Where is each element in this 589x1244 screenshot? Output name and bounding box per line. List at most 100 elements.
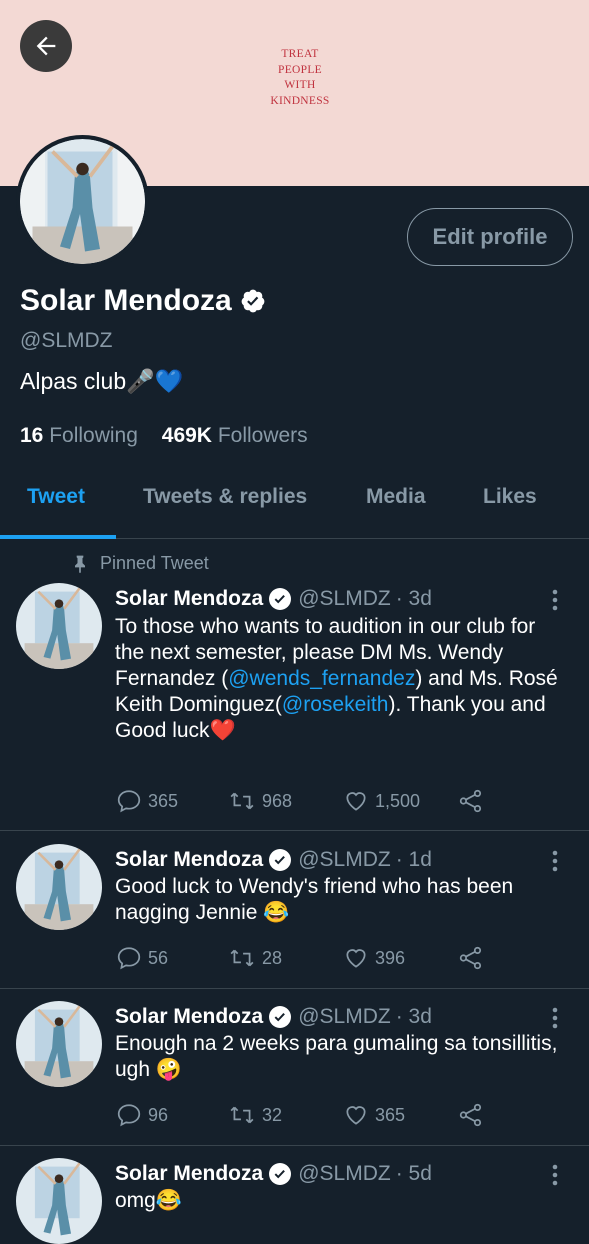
tweet-time: · 1d [395, 848, 432, 871]
like-button[interactable]: 365 [343, 1102, 405, 1128]
tweet-author-handle: @SLMDZ [298, 1005, 391, 1028]
heart-icon [346, 1106, 366, 1125]
reply-count: 96 [148, 1104, 169, 1125]
retweet-icon [230, 949, 254, 967]
tweet-author-name[interactable]: Solar Mendoza [115, 587, 263, 611]
like-count: 1,500 [375, 790, 421, 811]
more-options-icon[interactable] [545, 588, 565, 617]
followers-link[interactable]: 469K Followers [162, 424, 308, 447]
retweet-count: 968 [262, 790, 293, 811]
retweet-button[interactable]: 32 [228, 1102, 282, 1128]
tab-likes[interactable]: Likes [483, 485, 537, 509]
reply-icon [117, 1104, 141, 1127]
back-button[interactable] [20, 20, 72, 72]
share-icon [459, 1103, 482, 1127]
tweet[interactable]: Solar Mendoza @SLMDZ · 3d To those who w… [0, 578, 589, 831]
reply-button[interactable]: 365 [116, 788, 178, 814]
verified-badge-icon [269, 588, 292, 610]
following-count: 16 [20, 424, 44, 447]
tweet-text: Good luck to Wendy's friend who has been… [115, 874, 565, 926]
avatar[interactable] [16, 583, 102, 669]
retweet-icon [230, 1106, 254, 1124]
tweet[interactable]: Solar Mendoza @SLMDZ · 1d Good luck to W… [0, 831, 589, 989]
tweet-header: Solar Mendoza @SLMDZ · 3d [115, 1005, 432, 1029]
tweet-emoji: ❤️ [209, 719, 236, 742]
tweet-time: · 3d [395, 587, 432, 610]
followers-label: Followers [217, 424, 308, 447]
tweet-text: To those who wants to audition in our cl… [115, 614, 565, 744]
edit-profile-button[interactable]: Edit profile [407, 208, 573, 266]
mention-link[interactable]: @rosekeith [282, 693, 389, 716]
share-button[interactable] [457, 1102, 485, 1128]
followers-count: 469K [161, 424, 212, 447]
tweet-emoji: 🤪 [155, 1058, 183, 1081]
tweet-author-handle: @SLMDZ [298, 848, 391, 871]
banner-line: KINDNESS [270, 94, 330, 107]
tweet-actions: 365 968 1,500 [116, 788, 496, 818]
tweet-text-part: omg [115, 1189, 156, 1212]
retweet-count: 32 [262, 1104, 283, 1125]
tab-media[interactable]: Media [366, 485, 426, 509]
tweet-author-name[interactable]: Solar Mendoza [115, 1162, 263, 1186]
banner-line: TREAT [281, 48, 319, 60]
tab-tweets-replies[interactable]: Tweets & replies [143, 485, 307, 509]
tweet-author-name[interactable]: Solar Mendoza [115, 848, 263, 872]
verified-badge-icon [269, 1163, 292, 1185]
retweet-button[interactable]: 28 [228, 945, 282, 971]
verified-badge-icon [269, 1006, 292, 1028]
tweet-text: Enough na 2 weeks para gumaling sa tonsi… [115, 1031, 565, 1083]
pin-icon [75, 555, 85, 573]
avatar[interactable] [16, 1001, 102, 1087]
reply-icon [117, 947, 141, 970]
reply-icon [117, 790, 141, 813]
retweet-count: 28 [262, 947, 283, 968]
like-count: 396 [375, 947, 406, 968]
tweet[interactable]: Solar Mendoza @SLMDZ · 3d Enough na 2 we… [0, 989, 589, 1146]
pinned-label: Pinned Tweet [70, 553, 209, 574]
share-button[interactable] [457, 945, 485, 971]
tweet[interactable]: Solar Mendoza @SLMDZ · 5d omg😂 [0, 1146, 589, 1244]
reply-button[interactable]: 96 [116, 1102, 168, 1128]
reply-button[interactable]: 56 [116, 945, 168, 971]
profile-handle: @SLMDZ [20, 329, 113, 352]
following-label: Following [49, 424, 138, 447]
reply-count: 365 [148, 790, 179, 811]
verified-badge-icon [241, 289, 265, 313]
like-button[interactable]: 1,500 [343, 788, 420, 814]
avatar[interactable] [16, 844, 102, 930]
tweet-text: omg😂 [115, 1188, 565, 1214]
share-button[interactable] [457, 788, 485, 814]
profile-tabs: Tweet Tweets & replies Media Likes [0, 468, 589, 539]
verified-badge-icon [269, 849, 292, 871]
tweet-header: Solar Mendoza @SLMDZ · 3d [115, 587, 432, 611]
reply-count: 56 [148, 947, 169, 968]
tweet-emoji: 😂 [263, 901, 290, 924]
tweet-time: · 3d [395, 1005, 432, 1028]
profile-bio: Alpas club 🎤💙 [20, 368, 183, 395]
avatar[interactable] [16, 1158, 102, 1244]
bio-emoji: 🎤💙 [126, 368, 184, 394]
follow-stats: 16 Following 469K Followers [20, 424, 308, 448]
arrow-left-icon [36, 36, 56, 56]
like-button[interactable]: 396 [343, 945, 405, 971]
mention-link[interactable]: @wends_fernandez [228, 667, 415, 690]
share-icon [459, 946, 482, 970]
tweet-actions: 56 28 396 [116, 945, 496, 975]
tweet-header: Solar Mendoza @SLMDZ · 1d [115, 848, 432, 872]
heart-icon [346, 949, 366, 968]
bio-text: Alpas club [20, 368, 127, 394]
profile-name: Solar Mendoza [20, 284, 266, 318]
tweet-time: · 5d [395, 1162, 432, 1185]
profile-avatar[interactable] [16, 135, 149, 268]
tweet-emoji: 😂 [155, 1189, 183, 1212]
pinned-label-text: Pinned Tweet [100, 553, 209, 573]
retweet-icon [230, 792, 254, 810]
tweet-author-handle: @SLMDZ [298, 587, 391, 610]
active-tab-indicator [0, 535, 116, 539]
tab-tweet[interactable]: Tweet [27, 485, 85, 509]
following-link[interactable]: 16 Following [20, 424, 138, 447]
tweet-author-name[interactable]: Solar Mendoza [115, 1005, 263, 1029]
profile-name-text: Solar Mendoza [20, 284, 232, 317]
banner-line: WITH [284, 79, 316, 91]
retweet-button[interactable]: 968 [228, 788, 292, 814]
